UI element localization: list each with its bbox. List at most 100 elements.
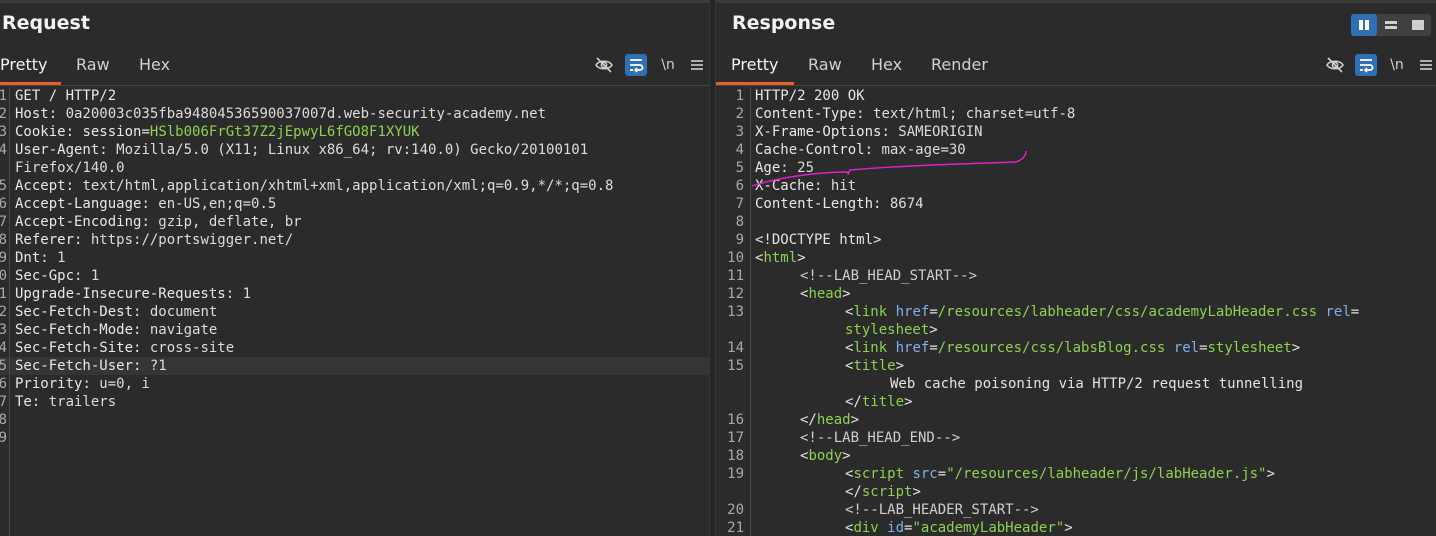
line-number: 8 <box>0 232 7 248</box>
code-line: 2 Sec-Fetch-Dest: document <box>0 303 709 321</box>
pen-annotation <box>751 150 1027 187</box>
separator: : <box>31 394 49 410</box>
separator: : <box>65 124 83 140</box>
header-name: Upgrade-Insecure-Requests <box>15 286 226 302</box>
code-line: 6 Priority: u=0, i <box>0 375 709 393</box>
code-line: 7 Te: trailers <box>0 393 709 411</box>
tab-hex[interactable]: Hex <box>139 55 170 74</box>
header-name: Accept-Encoding <box>15 214 142 230</box>
code-text: Sec-Fetch-Mode: navigate <box>15 321 217 339</box>
line-number: 4 <box>0 340 7 356</box>
header-name: Referer <box>15 232 75 248</box>
line-number: 3 <box>0 322 7 338</box>
request-title: Request <box>2 12 90 34</box>
code-text: Cookie: session=HSlb006FrGt37Z2jEpwyL6fG… <box>15 123 420 141</box>
header-value: 1 <box>90 268 100 284</box>
code-text: Host: 0a20003c035fba94804536590037007d.w… <box>15 105 546 123</box>
pane-splitter[interactable] <box>709 0 716 536</box>
separator: : <box>48 106 66 122</box>
code-line: 7 Accept-Encoding: gzip, deflate, br <box>0 213 709 231</box>
separator: : <box>40 250 58 266</box>
request-tabs: Pretty Raw Hex \n <box>0 46 709 86</box>
code-text: Accept: text/html,application/xhtml+xml,… <box>15 177 613 195</box>
code-line: 9 Dnt: 1 <box>0 249 709 267</box>
line-number: 2 <box>0 106 7 122</box>
code-line: 4 User-Agent: Mozilla/5.0 (X11; Linux x86… <box>0 141 709 159</box>
header-value: 0a20003c035fba94804536590037007d.web-sec… <box>65 106 547 122</box>
code-text: Accept-Encoding: gzip, deflate, br <box>15 213 302 231</box>
code-text: Upgrade-Insecure-Requests: 1 <box>15 285 251 303</box>
line-number: 9 <box>0 430 7 446</box>
header-name: Priority <box>15 376 83 392</box>
separator: : <box>133 322 150 338</box>
code-text: Accept-Language: en-US,en;q=0.5 <box>15 195 276 213</box>
request-editor[interactable]: 1 GET / HTTP/2 2 Host: 0a20003c035fba948045… <box>0 87 709 536</box>
code-line: 3 Cookie: session=HSlb006FrGt37Z2jEpwyL6f… <box>0 123 709 141</box>
header-value: 1 <box>242 286 252 302</box>
header-name: Accept <box>15 178 66 194</box>
code-line: 4 Sec-Fetch-Site: cross-site <box>0 339 709 357</box>
cookie-value: HSlb006FrGt37Z2jEpwyL6fGO8F1XYUK <box>149 124 420 140</box>
line-number: 7 <box>0 394 7 410</box>
code-line: 1 Upgrade-Insecure-Requests: 1 <box>0 285 709 303</box>
header-value: Firefox/140.0 <box>15 160 125 176</box>
line-number: 6 <box>0 376 7 392</box>
separator: : <box>133 304 150 320</box>
menu-icon[interactable] <box>686 54 708 76</box>
header-name: Sec-Gpc <box>15 268 75 284</box>
tab-pretty[interactable]: Pretty <box>0 55 47 74</box>
header-value: ?1 <box>149 358 167 374</box>
code-line: 3 Sec-Fetch-Mode: navigate <box>0 321 709 339</box>
code-line: 1 GET / HTTP/2 <box>0 87 709 105</box>
wrap-lines-icon[interactable] <box>625 54 647 76</box>
line-number: 6 <box>0 196 7 212</box>
line-number: 4 <box>0 142 7 158</box>
header-name: Te <box>15 394 32 410</box>
code-line: Firefox/140.0 <box>0 159 709 177</box>
line-number: 9 <box>0 250 7 266</box>
code-text: Sec-Fetch-Dest: document <box>15 303 217 321</box>
line-number-gutter <box>9 87 10 536</box>
code-text: Sec-Gpc: 1 <box>15 267 99 285</box>
separator: : <box>133 340 150 356</box>
code-line: 5 Accept: text/html,application/xhtml+xml… <box>0 177 709 195</box>
hide-icon[interactable] <box>593 54 615 76</box>
code-line: 2 Host: 0a20003c035fba94804536590037007d.… <box>0 105 709 123</box>
header-value: trailers <box>48 394 117 410</box>
separator: : <box>225 286 243 302</box>
line-number: 5 <box>0 358 7 374</box>
newline-icon[interactable]: \n <box>657 54 679 76</box>
tab-raw[interactable]: Raw <box>76 55 110 74</box>
separator: : <box>74 268 91 284</box>
separator: : <box>65 178 83 194</box>
header-value: 1 <box>57 250 66 266</box>
header-name: Sec-Fetch-User <box>15 358 134 374</box>
header-name: Dnt <box>15 250 41 266</box>
header-value: cross-site <box>149 340 235 356</box>
separator: : <box>82 376 100 392</box>
pane-top-border <box>0 0 709 3</box>
code-text: User-Agent: Mozilla/5.0 (X11; Linux x86_… <box>15 141 588 159</box>
header-name: Accept-Language <box>15 196 142 212</box>
separator: : <box>141 214 159 230</box>
line-number: 1 <box>0 88 7 104</box>
header-name: Sec-Fetch-Mode <box>15 322 134 338</box>
header-name: Host <box>15 106 49 122</box>
separator: : <box>99 142 117 158</box>
code-text: Referer: https://portswigger.net/ <box>15 231 293 249</box>
code-text: Te: trailers <box>15 393 116 411</box>
line-number: 2 <box>0 304 7 320</box>
header-value: https://portswigger.net/ <box>90 232 294 248</box>
code-text: GET / HTTP/2 <box>15 87 116 105</box>
header-value: text/html,application/xhtml+xml,applicat… <box>82 178 614 194</box>
line-number: 3 <box>0 124 7 140</box>
separator: : <box>74 232 91 248</box>
header-value: gzip, deflate, br <box>158 214 302 230</box>
code-text: Firefox/140.0 <box>15 159 125 177</box>
code-text: Dnt: 1 <box>15 249 66 267</box>
code-line: 0 Sec-Gpc: 1 <box>0 267 709 285</box>
code-line: 8 <box>0 411 709 429</box>
header-name: User-Agent <box>15 142 100 158</box>
request-pane: Request Pretty Raw Hex \n 1 GET / HTTP/2 2… <box>0 0 709 536</box>
separator: : <box>133 358 150 374</box>
